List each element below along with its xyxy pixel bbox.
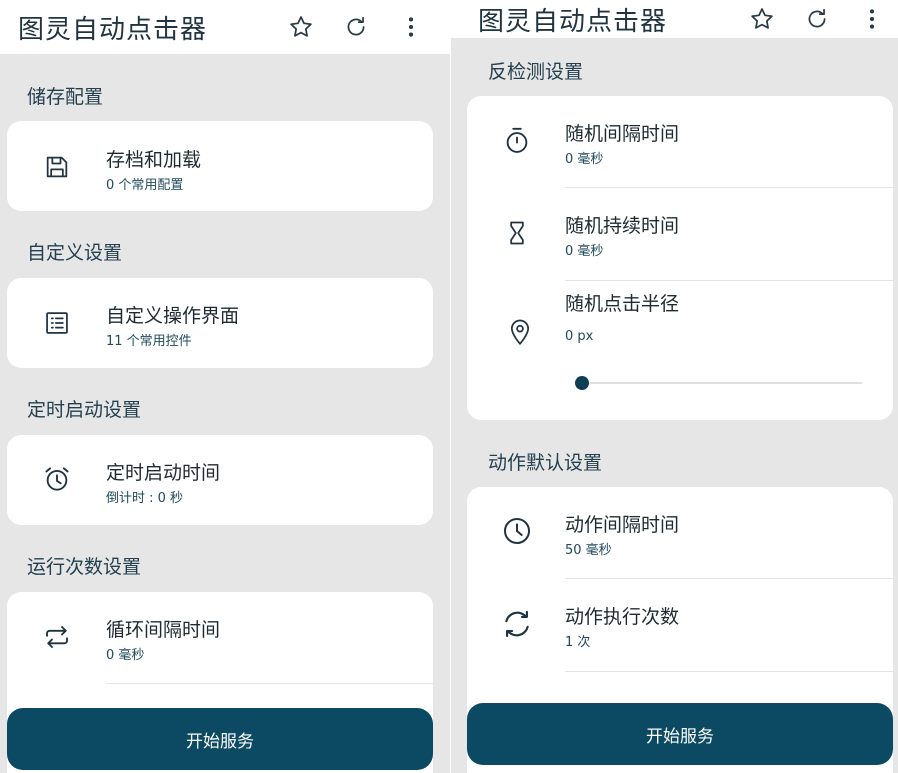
alarm-clock-icon (40, 462, 74, 496)
app-bar: 图灵自动点击器 (0, 0, 450, 54)
card-anti-detection: 随机间隔时间 0 毫秒 随机持续时间 0 毫秒 随机点击半径 0 px (467, 96, 893, 420)
item-title: 随机点击半径 (565, 293, 680, 315)
more-vert-icon[interactable] (396, 12, 426, 42)
right-screen: 图灵自动点击器 反检测设置 随机间隔时间 0 毫秒 随机持续时间 0 毫秒 随机… (451, 0, 898, 773)
list-item-random-radius[interactable]: 随机点击半径 0 px (467, 281, 893, 420)
item-subtitle: 1 次 (565, 635, 591, 650)
item-subtitle: 倒计时 : 0 秒 (106, 491, 184, 506)
item-subtitle: 0 毫秒 (106, 648, 145, 663)
item-subtitle: 0 毫秒 (565, 152, 604, 167)
radius-slider-track[interactable] (582, 382, 862, 384)
start-service-button[interactable]: 开始服务 (467, 703, 893, 765)
item-title: 动作执行次数 (565, 606, 680, 628)
more-vert-icon[interactable] (857, 4, 887, 34)
app-bar: 图灵自动点击器 (451, 0, 898, 38)
stopwatch-icon (500, 123, 534, 157)
list-item-action-interval[interactable]: 动作间隔时间 50 毫秒 (467, 487, 893, 578)
card-storage: 存档和加载 0 个常用配置 (7, 121, 433, 211)
list-item-action-count[interactable]: 动作执行次数 1 次 (467, 579, 893, 671)
list-item-custom-ui[interactable]: 自定义操作界面 11 个常用控件 (7, 278, 433, 368)
item-title: 定时启动时间 (106, 462, 221, 484)
item-title: 随机间隔时间 (565, 123, 680, 145)
app-title: 图灵自动点击器 (18, 14, 208, 45)
item-subtitle: 0 px (565, 329, 594, 344)
item-title: 循环间隔时间 (106, 619, 221, 641)
section-title-run-count: 运行次数设置 (27, 556, 142, 578)
item-subtitle: 11 个常用控件 (106, 334, 192, 349)
hourglass-icon (500, 216, 534, 250)
item-title: 自定义操作界面 (106, 305, 240, 327)
card-customize: 自定义操作界面 11 个常用控件 (7, 278, 433, 368)
refresh-icon[interactable] (802, 4, 832, 34)
star-icon[interactable] (286, 12, 316, 42)
card-scheduled-start: 定时启动时间 倒计时 : 0 秒 (7, 435, 433, 525)
list-item-loop-interval[interactable]: 循环间隔时间 0 毫秒 (7, 592, 433, 682)
location-pin-icon (503, 314, 537, 348)
item-subtitle: 0 毫秒 (565, 244, 604, 259)
item-subtitle: 50 毫秒 (565, 543, 612, 558)
item-subtitle: 0 个常用配置 (106, 178, 184, 193)
save-icon (40, 150, 74, 184)
star-icon[interactable] (747, 4, 777, 34)
item-title: 存档和加载 (106, 149, 202, 171)
list-item-random-interval[interactable]: 随机间隔时间 0 毫秒 (467, 96, 893, 187)
section-title-customize: 自定义设置 (27, 242, 123, 264)
left-screen: 图灵自动点击器 储存配置 存档和加载 0 个常用配置 自定义设置 自定义操作界面… (0, 0, 450, 773)
section-title-action-defaults: 动作默认设置 (488, 452, 603, 474)
list-item-start-time[interactable]: 定时启动时间 倒计时 : 0 秒 (7, 435, 433, 525)
repeat-icon (40, 620, 74, 654)
divider (565, 671, 893, 672)
app-title: 图灵自动点击器 (478, 6, 668, 37)
start-service-button[interactable]: 开始服务 (7, 708, 433, 770)
section-title-storage: 储存配置 (27, 86, 104, 108)
divider (106, 683, 433, 684)
list-item-save-load[interactable]: 存档和加载 0 个常用配置 (7, 121, 433, 211)
item-title: 随机持续时间 (565, 215, 680, 237)
item-title: 动作间隔时间 (565, 514, 680, 536)
clock-icon (500, 514, 534, 548)
list-item-random-duration[interactable]: 随机持续时间 0 毫秒 (467, 188, 893, 280)
section-title-scheduled-start: 定时启动设置 (27, 399, 142, 421)
refresh-icon[interactable] (341, 12, 371, 42)
sync-icon (500, 607, 534, 641)
section-title-anti-detection: 反检测设置 (488, 61, 584, 83)
list-icon (40, 306, 74, 340)
radius-slider-thumb[interactable] (575, 376, 589, 390)
